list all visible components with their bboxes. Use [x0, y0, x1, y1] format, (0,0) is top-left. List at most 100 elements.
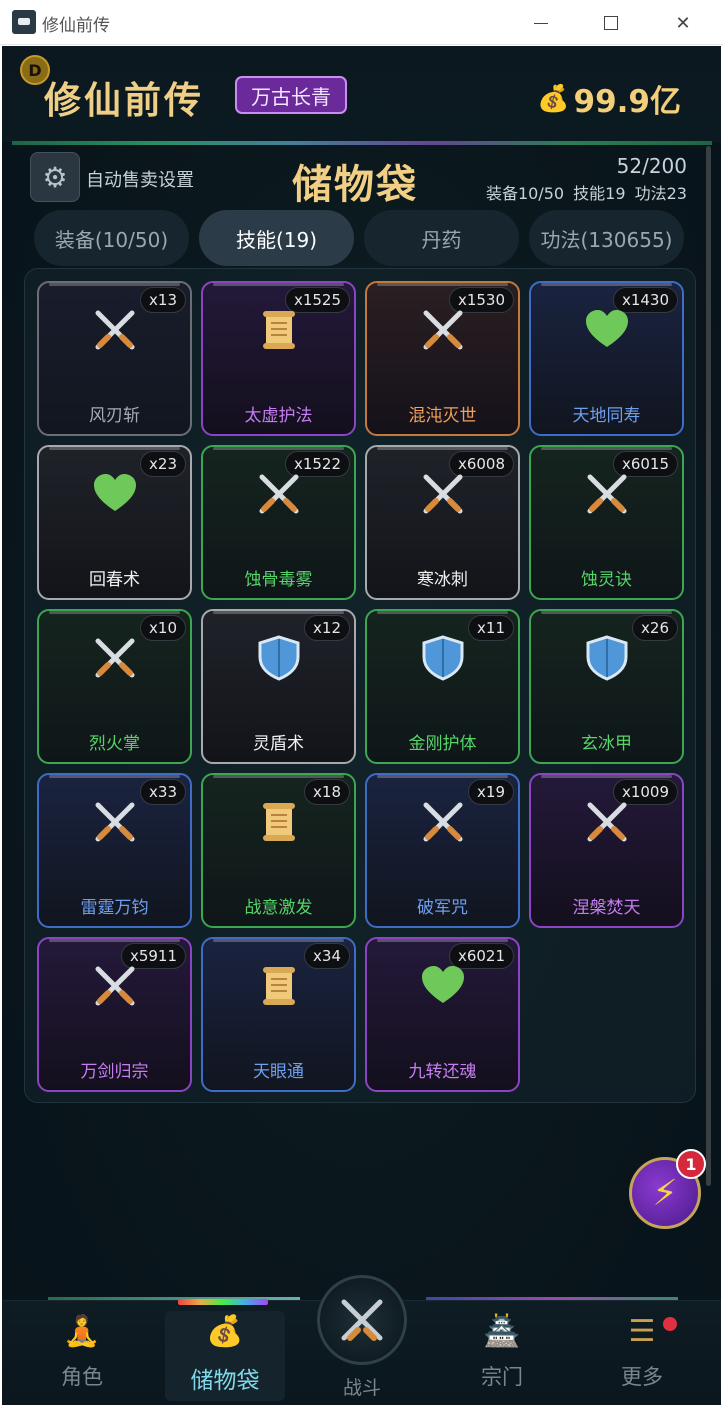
- inventory-item[interactable]: x34 天眼通: [201, 937, 356, 1092]
- crossed-swords-icon: [418, 469, 468, 519]
- item-quantity: x26: [632, 615, 678, 641]
- item-name: 万剑归宗: [80, 1062, 149, 1082]
- minimize-button[interactable]: [521, 8, 561, 38]
- item-name: 金刚护体: [408, 734, 477, 754]
- tab-pills[interactable]: 丹药: [364, 210, 519, 266]
- scroll-icon: [254, 305, 304, 355]
- inventory-item[interactable]: x19 破军咒: [365, 773, 520, 928]
- inventory-item[interactable]: x1430 天地同寿: [529, 281, 684, 436]
- item-name: 雷霆万钧: [80, 898, 149, 918]
- menu-icon: ☰: [628, 1313, 656, 1349]
- shield-icon: [418, 633, 468, 683]
- inventory-item[interactable]: x1522 蚀骨毒雾: [201, 445, 356, 600]
- item-name: 天眼通: [253, 1062, 304, 1082]
- shield-icon: [254, 633, 304, 683]
- item-quantity: x11: [468, 615, 514, 641]
- crossed-swords-icon: [90, 797, 140, 847]
- inventory-item[interactable]: x23 回春术: [37, 445, 192, 600]
- inventory-item[interactable]: x10 烈火掌: [37, 609, 192, 764]
- item-name: 灵盾术: [253, 734, 304, 754]
- header-divider: [12, 141, 712, 145]
- crossed-swords-icon: [254, 469, 304, 519]
- crossed-swords-icon: [418, 305, 468, 355]
- close-button[interactable]: ✕: [663, 8, 703, 38]
- inventory-item[interactable]: x5911 万剑归宗: [37, 937, 192, 1092]
- item-name: 战意激发: [244, 898, 313, 918]
- crossed-swords-icon: [90, 961, 140, 1011]
- auto-sell-settings-label[interactable]: 自动售卖设置: [86, 166, 194, 192]
- scroll-icon: [254, 797, 304, 847]
- close-icon: ✕: [675, 12, 691, 34]
- inventory-item[interactable]: x1530 混沌灭世: [365, 281, 520, 436]
- nav-item-character[interactable]: 🧘 角色: [22, 1311, 142, 1401]
- tab-equipment[interactable]: 装备(10/50): [34, 210, 189, 266]
- inventory-item[interactable]: x6015 蚀灵诀: [529, 445, 684, 600]
- top-header: D 修仙前传 万古长青 💰 99.9亿: [2, 46, 721, 142]
- nav-item-bag[interactable]: 💰 储物袋: [165, 1311, 285, 1401]
- gear-icon: ⚙: [42, 160, 68, 194]
- item-name: 涅槃焚天: [572, 898, 641, 918]
- inventory-item[interactable]: x6008 寒冰刺: [365, 445, 520, 600]
- item-quantity: x34: [304, 943, 350, 969]
- battle-button[interactable]: [317, 1275, 407, 1365]
- nav-label: 更多: [621, 1365, 663, 1389]
- rank-badge[interactable]: 万古长青: [235, 76, 347, 114]
- lightning-icon: ⚡: [652, 1172, 678, 1214]
- notification-badge: 1: [676, 1149, 706, 1179]
- app-icon: [12, 10, 36, 34]
- crossed-swords-icon: [418, 797, 468, 847]
- tab-techniques[interactable]: 功法(130655): [529, 210, 684, 266]
- item-quantity: x10: [140, 615, 186, 641]
- item-name: 混沌灭世: [408, 406, 477, 426]
- inventory-item[interactable]: x13 风刃斩: [37, 281, 192, 436]
- inventory-item[interactable]: x33 雷霆万钧: [37, 773, 192, 928]
- nav-item-sect[interactable]: 🏯 宗门: [442, 1311, 562, 1401]
- gold-value: 99.9亿: [573, 84, 682, 120]
- temple-icon: 🏯: [483, 1313, 521, 1349]
- scrollbar[interactable]: [706, 146, 711, 1186]
- heart-icon: [418, 961, 468, 1011]
- nav-item-more[interactable]: ☰ 更多: [582, 1311, 702, 1401]
- category-tabs: 装备(10/50) 技能(19) 丹药 功法(130655): [34, 210, 694, 266]
- battle-label: 战斗: [342, 1377, 381, 1399]
- scroll-icon: [254, 961, 304, 1011]
- item-name: 九转还魂: [408, 1062, 477, 1082]
- crossed-swords-icon: [90, 305, 140, 355]
- item-name: 烈火掌: [89, 734, 140, 754]
- inventory-grid: x13 风刃斩 x1525 太虚护法 x1530 混沌灭世 x1430 天地同寿 x23 回春术 x…: [37, 281, 685, 1092]
- maximize-icon: [604, 16, 618, 30]
- heart-icon: [90, 469, 140, 519]
- crossed-swords-icon: [582, 797, 632, 847]
- minimize-icon: [534, 22, 548, 24]
- item-quantity: x19: [468, 779, 514, 805]
- auto-sell-settings-button[interactable]: ⚙: [30, 152, 80, 202]
- bottom-nav: 🧘 角色 💰 储物袋 战斗 🏯 宗门 ☰ 更多: [2, 1275, 721, 1405]
- nav-active-indicator: [178, 1299, 268, 1305]
- inventory-item[interactable]: x1525 太虚护法: [201, 281, 356, 436]
- inventory-item[interactable]: x12 灵盾术: [201, 609, 356, 764]
- item-quantity: x13: [140, 287, 186, 313]
- bag-icon: 💰: [206, 1313, 244, 1349]
- inventory-panel: x13 风刃斩 x1525 太虚护法 x1530 混沌灭世 x1430 天地同寿 x23 回春术 x…: [24, 268, 696, 1103]
- game-area: D 修仙前传 万古长青 💰 99.9亿 ⚙ 自动售卖设置 储物袋 52/200 …: [2, 46, 721, 1405]
- item-name: 回春术: [89, 570, 140, 590]
- inventory-item[interactable]: x6021 九转还魂: [365, 937, 520, 1092]
- money-bag-icon: 💰: [537, 83, 570, 114]
- game-title: 修仙前传: [44, 78, 204, 122]
- inventory-item[interactable]: x1009 涅槃焚天: [529, 773, 684, 928]
- inventory-item[interactable]: x18 战意激发: [201, 773, 356, 928]
- item-quantity: x23: [140, 451, 186, 477]
- shield-icon: [582, 633, 632, 683]
- tab-skills[interactable]: 技能(19): [199, 210, 354, 266]
- item-quantity: x18: [304, 779, 350, 805]
- maximize-button[interactable]: [591, 8, 631, 38]
- inventory-item[interactable]: x26 玄冰甲: [529, 609, 684, 764]
- inventory-item[interactable]: x11 金刚护体: [365, 609, 520, 764]
- item-name: 风刃斩: [89, 406, 140, 426]
- crossed-swords-icon: [582, 469, 632, 519]
- window-titlebar: 修仙前传 ✕: [0, 0, 723, 45]
- meditation-icon: 🧘: [63, 1313, 101, 1349]
- item-name: 破军咒: [417, 898, 468, 918]
- notification-dot: [663, 1317, 677, 1331]
- item-name: 蚀灵诀: [581, 570, 632, 590]
